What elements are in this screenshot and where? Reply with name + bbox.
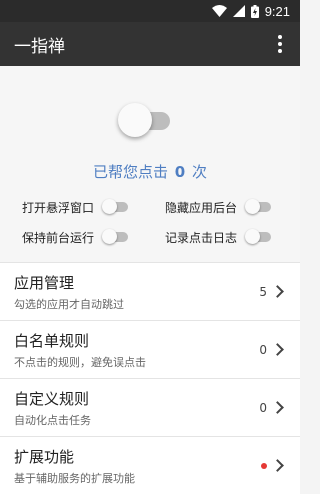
main-service-switch[interactable] [118,103,170,137]
option-log-clicks: 记录点击日志 [165,228,272,246]
app-bar: 一指禅 [0,22,300,66]
more-vert-icon[interactable] [272,32,288,56]
list-item-subtitle: 自动化点击任务 [14,413,91,427]
chevron-right-icon [271,401,284,414]
floating-window-switch[interactable] [102,198,129,216]
list-item-title: 自定义规则 [14,389,90,408]
list-item-count: 0 [259,400,267,415]
chevron-right-icon [271,459,284,472]
list-item-subtitle: 勾选的应用才自动跳过 [14,297,124,311]
status-bar: 9:21 [0,0,300,22]
option-label: 打开悬浮窗口 [22,200,95,215]
signal-icon [232,5,245,17]
option-label: 记录点击日志 [165,230,238,245]
option-label: 隐藏应用后台 [165,200,238,215]
list-item-count: 0 [259,342,267,357]
new-badge-dot [261,462,267,469]
option-hide-from-recents: 隐藏应用后台 [165,198,272,216]
list-item-app-management[interactable]: 应用管理 勾选的应用才自动跳过 5 [0,262,300,320]
option-floating-window: 打开悬浮窗口 [22,198,129,216]
list-item-custom-rules[interactable]: 自定义规则 自动化点击任务 0 [0,378,300,436]
clock: 9:21 [264,3,290,19]
wifi-icon [211,5,227,17]
list-item-extensions[interactable]: 扩展功能 基于辅助服务的扩展功能 [0,436,300,494]
counter-prefix: 已帮您点击 [92,163,168,181]
settings-list: 应用管理 勾选的应用才自动跳过 5 白名单规则 不点击的规则，避免误点击 0 自… [0,262,300,494]
app-title: 一指禅 [14,36,65,57]
click-counter: 已帮您点击 0 次 [0,161,300,182]
list-item-title: 应用管理 [14,273,75,292]
main-panel: 已帮您点击 0 次 打开悬浮窗口 隐藏应用后台 保持前台运行 记录点击日志 [0,66,300,262]
list-item-subtitle: 基于辅助服务的扩展功能 [14,471,135,485]
option-keep-foreground: 保持前台运行 [22,228,129,246]
chevron-right-icon [271,343,284,356]
list-item-title: 白名单规则 [14,331,90,350]
list-item-title: 扩展功能 [14,447,75,466]
option-label: 保持前台运行 [22,230,95,245]
hide-from-recents-switch[interactable] [245,198,272,216]
list-item-count: 5 [259,284,267,299]
log-clicks-switch[interactable] [245,228,272,246]
counter-value: 0 [174,163,186,181]
list-item-subtitle: 不点击的规则，避免误点击 [14,355,146,369]
chevron-right-icon [271,285,284,298]
keep-foreground-switch[interactable] [102,228,129,246]
list-item-whitelist-rules[interactable]: 白名单规则 不点击的规则，避免误点击 0 [0,320,300,378]
counter-suffix: 次 [192,163,208,181]
battery-icon [250,4,259,18]
